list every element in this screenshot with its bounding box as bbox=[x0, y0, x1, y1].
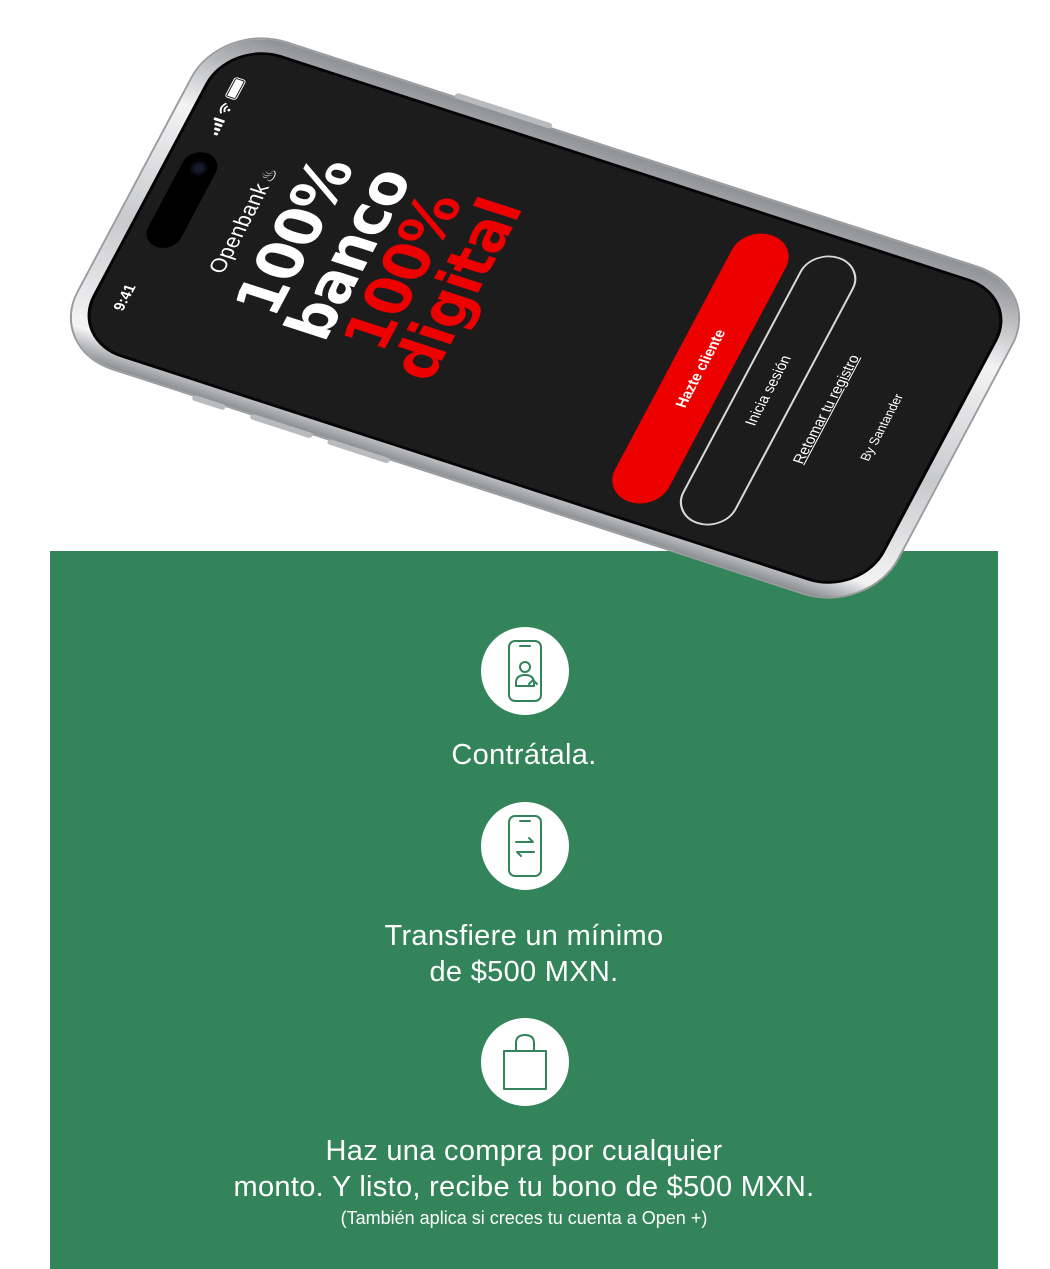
wifi-icon bbox=[219, 102, 230, 114]
phone-volume-up bbox=[249, 413, 314, 439]
step-3-icon-circle bbox=[481, 1018, 569, 1106]
status-icons bbox=[206, 76, 247, 136]
step-2-icon-circle bbox=[481, 802, 569, 890]
phone-frame: 9:41 Openbank♨ 100% banco 100% digital H… bbox=[49, 22, 1041, 614]
step-1-title: Contrátala. bbox=[451, 739, 597, 771]
signal-icon bbox=[206, 117, 225, 136]
status-time: 9:41 bbox=[110, 282, 140, 313]
camera-icon bbox=[187, 158, 211, 178]
step-2-title: Transfiere un mínimo de $500 MXN. bbox=[50, 918, 998, 990]
step-2-title-line-1: Transfiere un mínimo bbox=[384, 920, 664, 952]
step-3-title-line-2: monto. Y listo, recibe tu bono de $500 M… bbox=[233, 1171, 815, 1203]
phone-transfer-icon bbox=[508, 815, 542, 877]
step-3-note: (También aplica si creces tu cuenta a Op… bbox=[340, 1208, 708, 1228]
phone-user-icon bbox=[508, 640, 542, 702]
shopping-bag-icon bbox=[503, 1034, 547, 1090]
step-3-title: Haz una compra por cualquier monto. Y li… bbox=[50, 1133, 998, 1205]
dynamic-island bbox=[140, 147, 224, 253]
step-3-title-line-1: Haz una compra por cualquier bbox=[325, 1135, 723, 1167]
step-1-icon-circle bbox=[481, 627, 569, 715]
phone-action-button bbox=[191, 394, 227, 411]
hero-headline: 100% banco 100% digital bbox=[189, 79, 563, 446]
battery-icon bbox=[224, 76, 247, 101]
phone-volume-down bbox=[326, 438, 391, 464]
step-2-title-line-2: de $500 MXN. bbox=[429, 956, 619, 988]
